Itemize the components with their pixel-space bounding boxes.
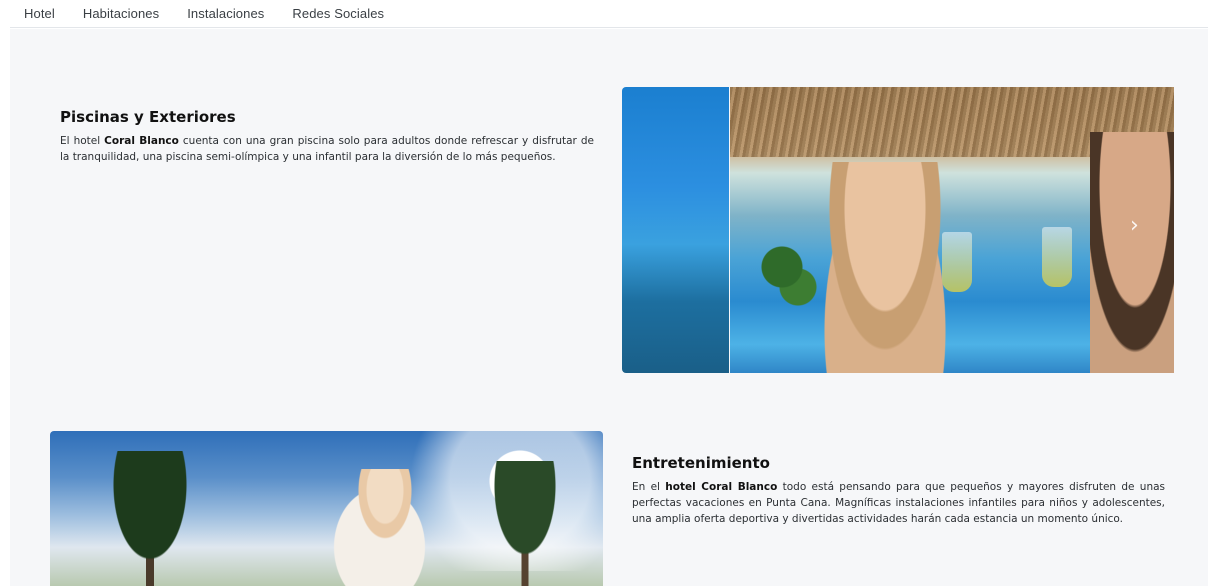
children-splashing-image (330, 469, 440, 586)
cocktail-glass-image (1042, 227, 1072, 287)
carousel-slide-previous (622, 87, 729, 373)
palm-tree-image (480, 461, 570, 586)
hotel-name-bold: Coral Blanco (104, 135, 179, 147)
top-navbar: Hotel Habitaciones Instalaciones Redes S… (0, 0, 1216, 28)
carousel-next-icon[interactable]: › (1130, 215, 1142, 237)
nav-link-hotel[interactable]: Hotel (24, 6, 55, 21)
nav-link-habitaciones[interactable]: Habitaciones (83, 6, 159, 21)
section-title-piscinas: Piscinas y Exteriores (60, 108, 236, 126)
text-segment: En el (632, 481, 666, 493)
nav-links: Hotel Habitaciones Instalaciones Redes S… (24, 6, 412, 21)
woman-left-image (820, 162, 950, 373)
carousel-slide-active: › (730, 87, 1174, 373)
woman-right-image (1090, 132, 1174, 373)
section-text-piscinas: El hotel Coral Blanco cuenta con una gra… (60, 133, 594, 165)
palm-trees-image (750, 237, 830, 337)
nav-link-redes-sociales[interactable]: Redes Sociales (292, 6, 384, 21)
hotel-name-bold: hotel Coral Blanco (665, 481, 778, 493)
section-title-entretenimiento: Entretenimiento (632, 454, 770, 472)
carousel-piscinas[interactable]: › (622, 87, 1174, 373)
section-text-entretenimiento: En el hotel Coral Blanco todo está pensa… (632, 479, 1165, 527)
main-content: Piscinas y Exteriores El hotel Coral Bla… (10, 29, 1208, 586)
text-segment: El hotel (60, 135, 105, 147)
cocktail-glass-image (942, 232, 972, 292)
carousel-entretenimiento[interactable] (50, 431, 603, 586)
palm-tree-image (100, 451, 200, 586)
nav-link-instalaciones[interactable]: Instalaciones (187, 6, 264, 21)
nav-divider (10, 27, 1208, 28)
